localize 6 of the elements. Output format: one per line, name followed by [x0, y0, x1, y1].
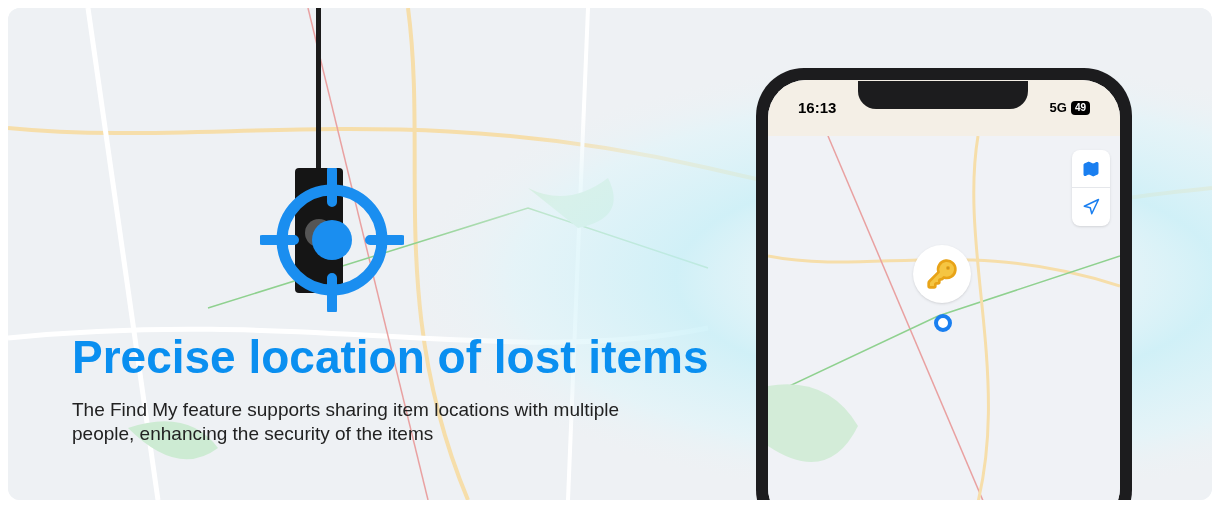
crosshair-icon [260, 168, 404, 312]
battery-indicator: 49 [1070, 101, 1090, 115]
description: The Find My feature supports sharing item locations with multiple people, enhancing the security of the items [72, 398, 621, 446]
headline: Precise location of lost items [72, 330, 709, 384]
status-time: 16:13 [798, 97, 837, 118]
network-label: 5G [1049, 99, 1067, 118]
